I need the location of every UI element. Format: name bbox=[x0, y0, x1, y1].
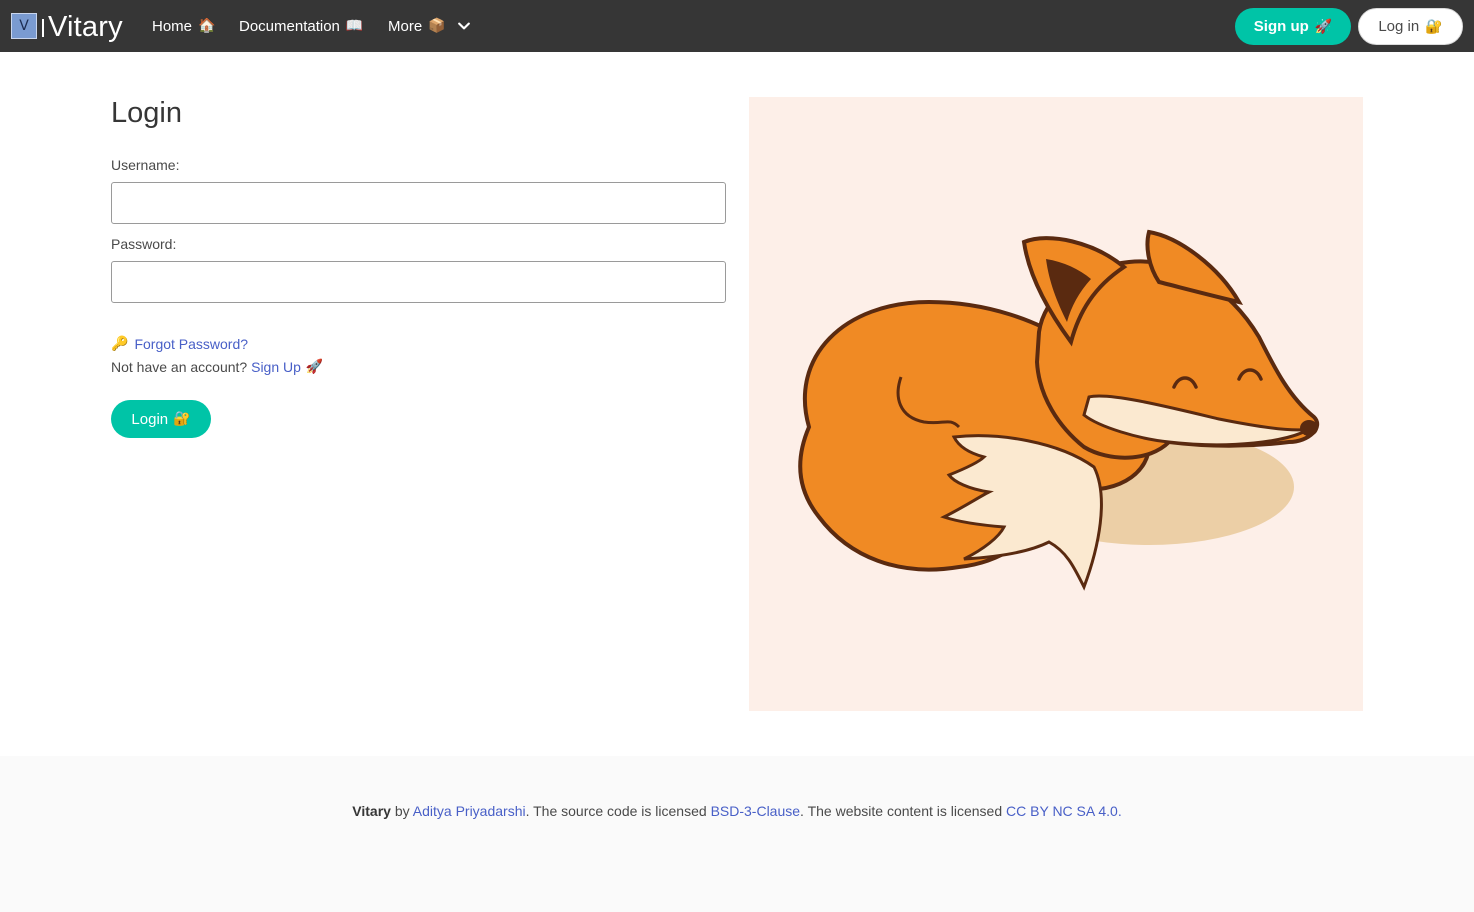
login-submit-button[interactable]: Login 🔐 bbox=[111, 400, 211, 438]
password-input[interactable] bbox=[111, 261, 726, 303]
fox-image bbox=[798, 229, 1320, 591]
footer-by: by bbox=[394, 803, 410, 819]
rocket-icon: 🚀 bbox=[305, 359, 324, 375]
footer-text-2: . The website content is licensed bbox=[800, 803, 1003, 819]
nav-more-label: More bbox=[388, 17, 423, 35]
lock-icon: 🔐 bbox=[173, 411, 191, 427]
nav-documentation-link[interactable]: Documentation 📖 bbox=[239, 0, 363, 52]
login-nav-button[interactable]: Log in 🔐 bbox=[1358, 8, 1463, 45]
key-icon: 🔑 bbox=[111, 336, 129, 352]
footer-brand: Vitary bbox=[352, 803, 391, 819]
footer-text-3: . bbox=[1117, 803, 1122, 819]
house-icon: 🏠 bbox=[198, 18, 216, 34]
signup-button-label: Sign up bbox=[1253, 18, 1309, 35]
page-title: Login bbox=[111, 97, 182, 129]
code-license-link[interactable]: BSD-3-Clause bbox=[711, 803, 800, 819]
chevron-down-icon bbox=[457, 22, 470, 30]
nav-documentation-label: Documentation bbox=[239, 17, 340, 35]
nav-more-dropdown[interactable]: More 📦 bbox=[388, 0, 470, 52]
sleeping-fox-illustration bbox=[749, 97, 1363, 711]
forgot-password-row: 🔑 Forgot Password? bbox=[111, 336, 248, 352]
forgot-password-link[interactable]: Forgot Password? bbox=[134, 336, 248, 352]
footer-text: Vitary by Aditya Priyadarshi. The source… bbox=[0, 803, 1474, 819]
page-footer: Vitary by Aditya Priyadarshi. The source… bbox=[0, 756, 1474, 912]
footer-text-1: . The source code is licensed bbox=[525, 803, 707, 819]
author-link[interactable]: Aditya Priyadarshi bbox=[413, 803, 526, 819]
package-icon: 📦 bbox=[428, 18, 446, 34]
login-submit-label: Login bbox=[131, 410, 169, 428]
book-icon: 📖 bbox=[345, 18, 364, 34]
signup-prompt-row: Not have an account? Sign Up 🚀 bbox=[111, 359, 323, 375]
no-account-text: Not have an account? bbox=[111, 359, 248, 375]
brand-name: Vitary bbox=[48, 10, 123, 43]
brand-logo[interactable]: V Vitary bbox=[11, 0, 123, 52]
logo-icon: V bbox=[11, 13, 37, 39]
signup-link[interactable]: Sign Up bbox=[251, 359, 301, 375]
fox-nose bbox=[1300, 420, 1318, 436]
lock-icon: 🔐 bbox=[1425, 18, 1443, 35]
nav-home-label: Home bbox=[152, 17, 193, 35]
content-license-link[interactable]: CC BY NC SA 4.0 bbox=[1006, 803, 1118, 819]
login-nav-button-label: Log in bbox=[1378, 18, 1420, 35]
logo-letter: V bbox=[19, 18, 29, 34]
rocket-icon: 🚀 bbox=[1314, 18, 1333, 35]
nav-home-link[interactable]: Home 🏠 bbox=[152, 0, 215, 52]
username-label: Username: bbox=[111, 157, 180, 173]
signup-button[interactable]: Sign up 🚀 bbox=[1235, 8, 1351, 45]
logo-divider bbox=[42, 19, 44, 37]
password-label: Password: bbox=[111, 236, 177, 252]
username-input[interactable] bbox=[111, 182, 726, 224]
top-navbar: V Vitary Home 🏠 Documentation 📖 More 📦 S… bbox=[0, 0, 1474, 52]
